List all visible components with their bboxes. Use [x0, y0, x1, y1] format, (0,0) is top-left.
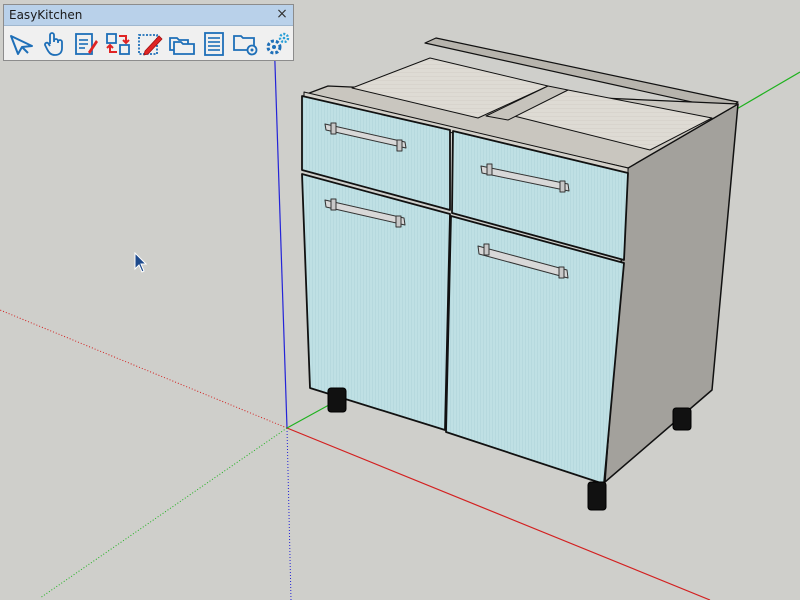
- blue-axis-solid: [272, 3, 288, 429]
- door-right: [445, 215, 625, 485]
- toolbar-title: EasyKitchen: [9, 8, 83, 22]
- gears-icon[interactable]: [262, 29, 294, 59]
- leg-back-right: [672, 407, 692, 431]
- kitchen-base-cabinet[interactable]: [301, 37, 739, 511]
- list-table-icon[interactable]: [198, 29, 230, 59]
- toolbar-icon-row: [6, 29, 294, 59]
- green-axis-solid-far: [734, 71, 800, 111]
- folder-settings-icon[interactable]: [230, 29, 262, 59]
- leg-front-right: [587, 481, 607, 511]
- toolbar-title-bar[interactable]: EasyKitchen ×: [4, 5, 293, 26]
- edit-pencil-icon[interactable]: [134, 29, 166, 59]
- red-axis-dotted: [0, 309, 288, 429]
- blue-axis-dotted: [286, 427, 292, 600]
- easykitchen-toolbar[interactable]: EasyKitchen ×: [3, 4, 294, 61]
- mouse-cursor-icon: [134, 252, 148, 273]
- close-icon[interactable]: ×: [275, 6, 289, 22]
- swap-arrows-icon[interactable]: [102, 29, 134, 59]
- hand-pointer-icon[interactable]: [38, 29, 70, 59]
- green-axis-dotted: [39, 427, 288, 599]
- folders-icon[interactable]: [166, 29, 198, 59]
- select-arrow-icon[interactable]: [6, 29, 38, 59]
- red-axis-solid: [286, 427, 711, 600]
- 3d-viewport[interactable]: [0, 0, 800, 600]
- edit-form-icon[interactable]: [70, 29, 102, 59]
- leg-front-left: [327, 387, 347, 413]
